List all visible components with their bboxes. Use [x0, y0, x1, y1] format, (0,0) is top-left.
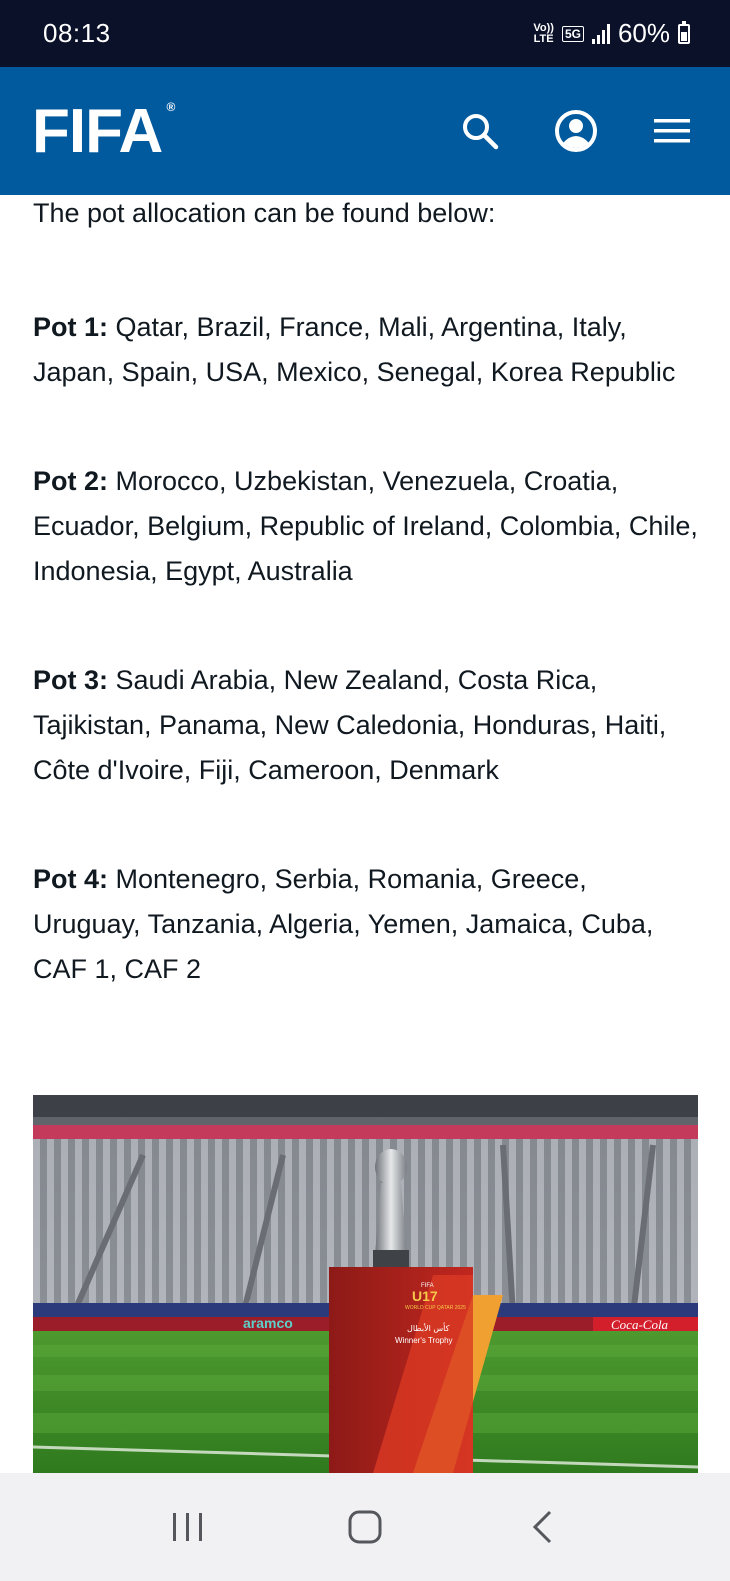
pot-paragraph: Pot 2: Morocco, Uzbekistan, Venezuela, C…	[33, 459, 698, 594]
signal-icon	[591, 23, 610, 44]
pot-teams: Qatar, Brazil, France, Mali, Argentina, …	[33, 312, 676, 387]
pot-label: Pot 1:	[33, 312, 109, 342]
site-header: FIFA ®	[0, 67, 730, 195]
volte-indicator: Vo)) LTE	[533, 21, 554, 45]
logo-text: FIFA	[32, 96, 163, 166]
article-body: The pot allocation can be found below: P…	[33, 195, 698, 992]
header-actions	[454, 105, 698, 157]
pot-intro-text: The pot allocation can be found below:	[33, 198, 496, 228]
pot-label: Pot 2:	[33, 466, 109, 496]
back-icon[interactable]	[512, 1497, 572, 1557]
pot-teams: Montenegro, Serbia, Romania, Greece, Uru…	[33, 864, 654, 984]
status-indicators: Vo)) LTE 5G 60%	[533, 18, 690, 49]
network-5g-icon: 5G	[561, 25, 584, 42]
logo-registered-mark: ®	[166, 99, 175, 114]
trophy-photo: aramco Coca-Cola FIFA U17 WORLD CUP QATA…	[33, 1095, 698, 1473]
pot-paragraph: Pot 1: Qatar, Brazil, France, Mali, Arge…	[33, 305, 698, 395]
battery-percent: 60%	[617, 18, 670, 48]
volte-label: Vo))	[533, 21, 554, 34]
home-icon[interactable]	[335, 1497, 395, 1557]
pot-label: Pot 3:	[33, 665, 109, 695]
trophy-photo-illustration: aramco Coca-Cola FIFA U17 WORLD CUP QATA…	[33, 1095, 698, 1473]
search-icon[interactable]	[454, 105, 506, 157]
trophy-title-text: U17	[412, 1288, 438, 1304]
ad-board-right-text: Coca-Cola	[611, 1317, 669, 1332]
trophy-sub-text: WORLD CUP QATAR 2025	[405, 1305, 466, 1311]
pot-label: Pot 4:	[33, 864, 109, 894]
pot-paragraph: Pot 3: Saudi Arabia, New Zealand, Costa …	[33, 658, 698, 793]
battery-icon	[678, 20, 690, 44]
menu-icon[interactable]	[646, 105, 698, 157]
trophy-arabic-text: كأس الأبطال	[407, 1322, 450, 1333]
pot-teams: Morocco, Uzbekistan, Venezuela, Croatia,…	[33, 466, 698, 586]
pot-paragraph: Pot 4: Montenegro, Serbia, Romania, Gree…	[33, 857, 698, 992]
system-nav-bar	[0, 1473, 730, 1581]
lte-label: LTE	[533, 32, 554, 45]
status-bar: 08:13 Vo)) LTE 5G 60%	[0, 0, 730, 67]
ad-board-text: aramco	[243, 1315, 293, 1331]
fifa-logo[interactable]: FIFA ®	[32, 96, 175, 167]
recents-icon[interactable]	[158, 1497, 218, 1557]
status-time: 08:13	[43, 18, 111, 48]
pot-teams: Saudi Arabia, New Zealand, Costa Rica, T…	[33, 665, 667, 785]
account-icon[interactable]	[550, 105, 602, 157]
trophy-caption-text: Winner's Trophy	[395, 1336, 453, 1345]
